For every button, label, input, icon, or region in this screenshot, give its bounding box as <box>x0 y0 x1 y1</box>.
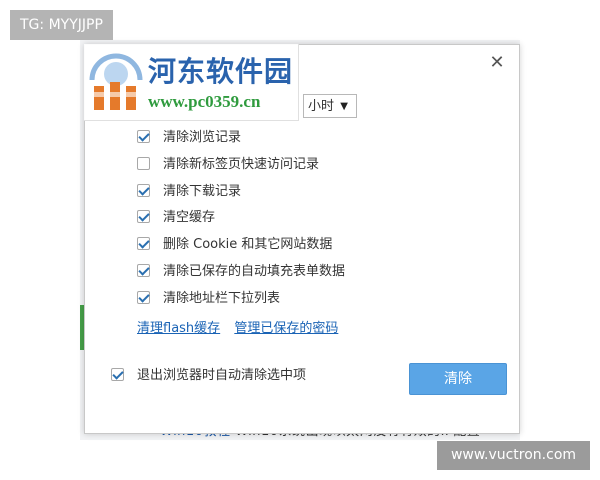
checkbox[interactable] <box>137 237 150 250</box>
checkbox[interactable] <box>137 157 150 170</box>
logo-mark-icon <box>89 53 143 110</box>
watermark-tag-top-left: TG: MYYJJPP <box>10 10 113 40</box>
checkbox[interactable] <box>137 184 150 197</box>
close-icon[interactable]: ✕ <box>487 53 507 73</box>
logo-title: 河东软件园 <box>148 55 294 88</box>
checkbox[interactable] <box>137 130 150 143</box>
option-clear-downloads[interactable]: 清除下载记录 <box>137 182 241 202</box>
chevron-down-icon: ▼ <box>340 101 348 112</box>
clear-flash-cache-link[interactable]: 清理flash缓存 <box>137 321 220 336</box>
option-label: 清除浏览记录 <box>163 130 242 145</box>
option-label: 清除下载记录 <box>163 184 242 199</box>
option-clear-newtab-records[interactable]: 清除新标签页快速访问记录 <box>137 155 319 175</box>
time-range-select[interactable]: 小时 ▼ <box>303 94 357 118</box>
option-label: 清除已保存的自动填充表单数据 <box>163 264 346 279</box>
checkbox[interactable] <box>137 291 150 304</box>
option-label: 清除新标签页快速访问记录 <box>163 157 320 172</box>
checkbox[interactable] <box>137 210 150 223</box>
option-clear-history[interactable]: 清除浏览记录 <box>137 128 241 148</box>
option-delete-cookies[interactable]: 删除 Cookie 和其它网站数据 <box>137 235 332 255</box>
dialog-links: 清理flash缓存 管理已保存的密码 <box>137 317 338 336</box>
checkbox[interactable] <box>137 264 150 277</box>
auto-clear-on-exit[interactable]: 退出浏览器时自动清除选中项 <box>111 366 306 386</box>
option-label: 清除地址栏下拉列表 <box>163 291 281 306</box>
option-label: 清空缓存 <box>163 210 216 225</box>
watermark-tag-bottom-right: www.vuctron.com <box>437 441 590 470</box>
option-clear-cache[interactable]: 清空缓存 <box>137 208 215 228</box>
option-clear-autofill[interactable]: 清除已保存的自动填充表单数据 <box>137 262 345 282</box>
clear-button[interactable]: 清除 <box>409 363 507 395</box>
time-range-value: 小时 <box>308 99 335 114</box>
site-logo-watermark: 河东软件园 www.pc0359.cn <box>84 44 299 121</box>
option-clear-address-dropdown[interactable]: 清除地址栏下拉列表 <box>137 289 280 309</box>
checkbox[interactable] <box>111 368 124 381</box>
logo-url: www.pc0359.cn <box>148 92 261 111</box>
manage-passwords-link[interactable]: 管理已保存的密码 <box>234 321 338 336</box>
auto-clear-label: 退出浏览器时自动清除选中项 <box>137 368 307 383</box>
option-label: 删除 Cookie 和其它网站数据 <box>163 237 333 252</box>
